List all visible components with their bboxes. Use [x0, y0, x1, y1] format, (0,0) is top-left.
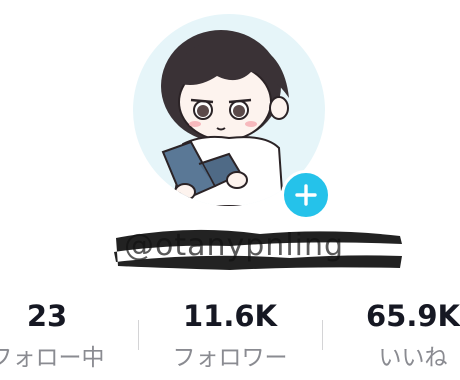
plus-icon: [294, 183, 318, 207]
redaction-scribble: [114, 229, 402, 270]
profile-stats: 23 フォロー中 11.6K フォロワー 65.9K いいね: [0, 296, 460, 380]
stat-divider: [322, 320, 323, 350]
stat-divider: [138, 320, 139, 350]
following-count: 23: [26, 299, 68, 333]
profile-avatar-section: [133, 14, 331, 220]
following-label: フォロー中: [0, 345, 105, 371]
stat-followers[interactable]: 11.6K フォロワー: [155, 296, 305, 376]
stat-following[interactable]: 23 フォロー中: [0, 296, 122, 376]
likes-label: いいね: [378, 345, 448, 371]
followers-label: フォロワー: [172, 345, 288, 371]
username-area: @otanypnling: [110, 222, 405, 272]
add-follow-button[interactable]: [281, 170, 331, 220]
stat-likes[interactable]: 65.9K いいね: [338, 296, 460, 376]
likes-count: 65.9K: [365, 299, 460, 333]
followers-count: 11.6K: [182, 299, 278, 333]
